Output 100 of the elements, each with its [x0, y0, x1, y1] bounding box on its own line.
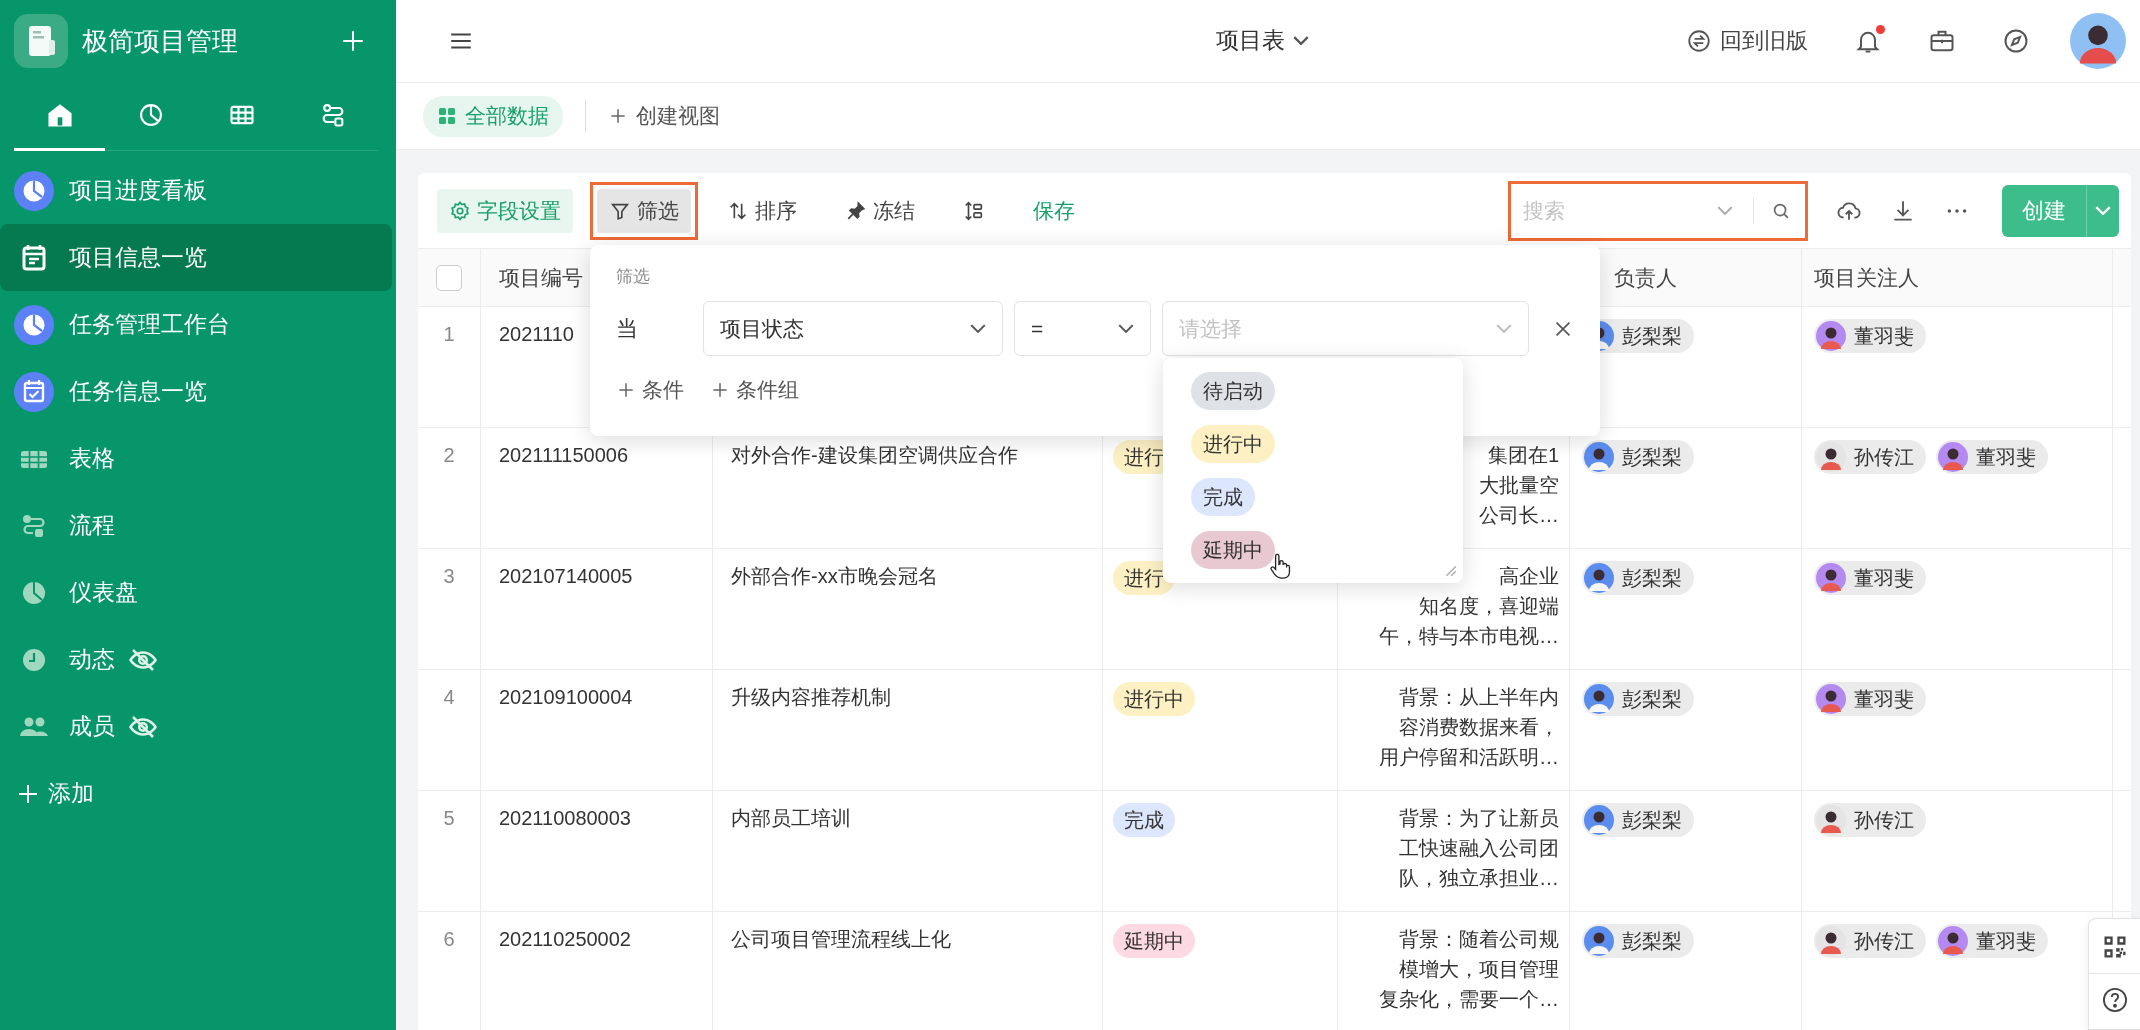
person-name: 孙传江: [1854, 928, 1914, 954]
condition-label: 当: [616, 314, 639, 343]
column-header: 项目编号: [499, 264, 583, 291]
compass-icon[interactable]: [2002, 27, 2030, 55]
pie-chart-icon: [14, 304, 54, 345]
toolbar-button[interactable]: 筛选: [597, 188, 691, 233]
old-version-button[interactable]: 回到旧版: [1686, 26, 1808, 56]
background-text-line: 午，特与本市电视…: [1379, 624, 1559, 649]
chevron-down-icon: [1496, 324, 1512, 333]
option-tag[interactable]: 延期中: [1191, 531, 1275, 569]
help-icon[interactable]: [2100, 986, 2129, 1014]
avatar: [1938, 442, 1968, 472]
project-id: 202111150006: [499, 443, 629, 468]
column-header: 项目关注人: [1814, 264, 1919, 291]
person-name: 彭梨梨: [1622, 928, 1682, 954]
chevron-down-icon: [1293, 35, 1309, 45]
option-tag[interactable]: 完成: [1191, 478, 1255, 516]
pie-chart-icon: [14, 170, 54, 211]
create-view-button[interactable]: 创建视图: [608, 102, 720, 130]
row-number: 5: [443, 806, 455, 831]
status-tag: 延期中: [1113, 924, 1195, 958]
person-name: 董羽斐: [1976, 444, 2036, 470]
chevron-down-icon: [970, 324, 986, 333]
toolbar-button[interactable]: 字段设置: [437, 188, 573, 233]
column-header: 负责人: [1614, 264, 1677, 291]
chevron-down-icon: [2095, 206, 2111, 215]
sidebar-item[interactable]: 表格: [0, 425, 392, 492]
status-tag: 完成: [1113, 803, 1175, 837]
project-id: 202110250002: [499, 927, 631, 952]
background-text-line: 背景：从上半年内: [1399, 685, 1559, 710]
background-text-line: 用户停留和活跃明…: [1379, 745, 1559, 770]
plus-icon: [616, 380, 636, 400]
add-condition-button[interactable]: 条件: [616, 376, 684, 404]
sidebar-item[interactable]: 成员: [0, 693, 392, 760]
sidebar-item[interactable]: 项目信息一览: [0, 224, 392, 291]
add-link[interactable]: 添加: [0, 760, 94, 827]
app-logo: [14, 14, 68, 68]
project-name: 内部员工培训: [731, 806, 851, 831]
avatar: [1938, 926, 1968, 956]
person-name: 彭梨梨: [1622, 323, 1682, 349]
project-id: 2021110: [499, 322, 574, 347]
calendar-check-icon: [14, 371, 54, 412]
sidebar-item[interactable]: 动态: [0, 626, 392, 693]
hand-cursor-icon: [1269, 553, 1291, 580]
plus-icon: [710, 380, 730, 400]
option-tag[interactable]: 进行中: [1191, 425, 1275, 463]
panel-title: 筛选: [616, 266, 650, 288]
background-text-line: 知名度，喜迎端: [1419, 594, 1559, 619]
sidebar-item[interactable]: 流程: [0, 492, 392, 559]
person-name: 孙传江: [1854, 807, 1914, 833]
row-number: 4: [443, 685, 455, 710]
person-name: 彭梨梨: [1622, 444, 1682, 470]
background-text-line: 背景：随着公司规: [1399, 927, 1559, 952]
person-name: 董羽斐: [1854, 686, 1914, 712]
person-name: 董羽斐: [1854, 565, 1914, 591]
status-tag: 进行中: [1113, 682, 1195, 716]
person-name: 彭梨梨: [1622, 565, 1682, 591]
sidebar-item[interactable]: 任务管理工作台: [0, 291, 392, 358]
checkbox[interactable]: [436, 264, 462, 291]
project-name: 公司项目管理流程线上化: [731, 927, 951, 952]
person-name: 董羽斐: [1854, 323, 1914, 349]
person-name: 彭梨梨: [1622, 686, 1682, 712]
field-select[interactable]: 项目状态: [703, 301, 1003, 356]
person-name: 孙传江: [1854, 444, 1914, 470]
option-tag[interactable]: 待启动: [1191, 372, 1275, 410]
background-text-line: 容消费数据来看，: [1399, 715, 1559, 740]
background-text-line: 工快速融入公司团: [1399, 836, 1559, 861]
background-text-line: 复杂化，需要一个…: [1379, 987, 1559, 1012]
background-text-line: 队，独立承担业…: [1399, 866, 1559, 891]
sidebar-item[interactable]: 项目进度看板: [0, 157, 392, 224]
sidebar-item[interactable]: 任务信息一览: [0, 358, 392, 425]
plus-icon[interactable]: [340, 28, 366, 54]
app-title: 极简项目管理: [82, 24, 239, 58]
grid-icon: [437, 106, 457, 126]
gear-icon: [449, 199, 471, 222]
add-group-button[interactable]: 条件组: [710, 376, 799, 404]
row-number: 6: [443, 927, 455, 952]
project-name: 升级内容推荐机制: [731, 685, 891, 710]
operator-select[interactable]: =: [1014, 301, 1151, 356]
sidebar-item[interactable]: 仪表盘: [0, 559, 392, 626]
search-field[interactable]: 搜索: [1508, 180, 1808, 241]
toolbar-button[interactable]: 排序: [715, 188, 809, 233]
row-height-icon[interactable]: [963, 199, 985, 222]
background-text-line: 高企业: [1499, 564, 1559, 589]
background-text-line: 公司长…: [1479, 503, 1559, 528]
project-id: 202109100004: [499, 685, 633, 710]
avatar[interactable]: [2070, 13, 2126, 69]
toolbar-button[interactable]: 冻结: [833, 188, 927, 233]
row-number: 3: [443, 564, 455, 589]
avatar: [1816, 321, 1846, 351]
background-text-line: 集团在1: [1487, 443, 1559, 468]
swap-icon: [1686, 28, 1712, 54]
project-id: 202110080003: [499, 806, 631, 831]
row-number: 2: [443, 443, 455, 468]
resize-handle-icon[interactable]: [1443, 563, 1457, 577]
background-text-line: 大批量空: [1479, 473, 1559, 498]
project-name: 外部合作-xx市晚会冠名: [731, 564, 938, 589]
toolbar-button[interactable]: 保存: [1021, 188, 1087, 233]
view-tab[interactable]: 全部数据: [423, 95, 563, 137]
page-title[interactable]: 项目表: [1216, 20, 1309, 60]
